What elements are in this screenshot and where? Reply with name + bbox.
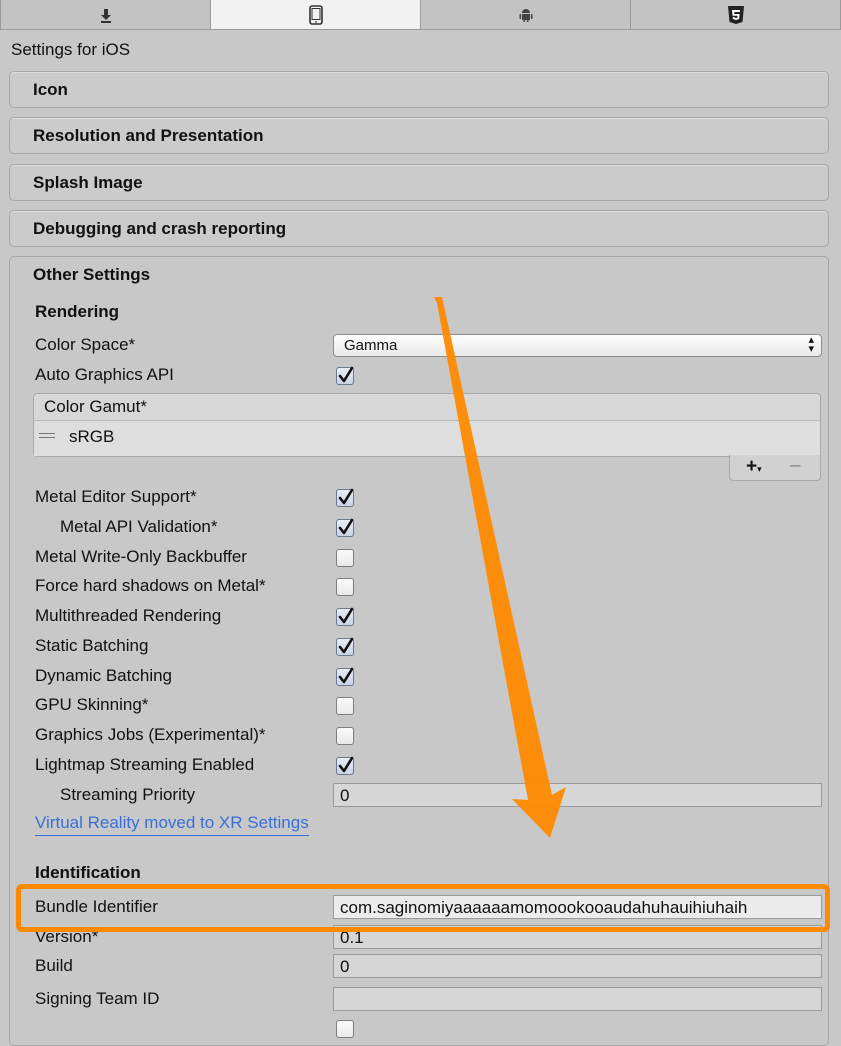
checkmark-icon [338,756,354,773]
force-shadows-checkbox[interactable] [336,578,354,596]
foldout-icon-title: Icon [33,80,68,99]
lightmap-streaming-checkbox[interactable] [336,756,354,775]
metal-write-checkbox[interactable] [336,549,354,567]
streaming-priority-field[interactable]: 0 [333,783,822,807]
html5-icon [727,5,744,24]
platform-tabs [0,0,841,30]
static-batching-checkbox[interactable] [336,637,354,656]
foldout-debugging-title: Debugging and crash reporting [33,219,287,238]
foldout-resolution-title: Resolution and Presentation [33,126,264,145]
add-item-button[interactable]: +▾ [746,456,762,478]
checkmark-icon [338,607,354,624]
auto-graphics-label: Auto Graphics API [35,365,174,384]
metal-write-label: Metal Write-Only Backbuffer [35,547,247,566]
checkmark-icon [338,366,354,383]
graphics-jobs-checkbox[interactable] [336,727,354,745]
foldout-other-title: Other Settings [33,265,151,284]
streaming-priority-label: Streaming Priority [60,785,196,804]
rendering-title: Rendering [35,302,120,321]
mobile-icon [308,4,323,25]
color-space-value: Gamma [344,337,398,354]
tab-android[interactable] [421,0,631,29]
color-gamut-list: Color Gamut* sRGB [33,393,821,457]
checkmark-icon [338,488,354,505]
foldout-icon[interactable]: Icon [9,71,829,108]
checkmark-icon [338,667,354,684]
force-shadows-label: Force hard shadows on Metal* [35,576,266,595]
foldout-splash[interactable]: Splash Image [9,164,829,201]
identification-title: Identification [35,863,141,882]
remove-item-button[interactable]: – [790,455,801,477]
highlight-box [16,884,830,932]
signing-team-field[interactable] [333,987,822,1011]
settings-title: Settings for iOS [11,40,131,59]
foldout-debugging[interactable]: Debugging and crash reporting [9,210,829,247]
gpu-skinning-checkbox[interactable] [336,697,354,715]
tab-standalone[interactable] [0,0,211,29]
foldout-resolution[interactable]: Resolution and Presentation [9,117,829,154]
gpu-skinning-label: GPU Skinning* [35,695,149,714]
list-footer: +▾ – [729,455,821,481]
tab-ios[interactable] [211,0,421,29]
list-item[interactable]: sRGB [34,421,820,456]
build-field[interactable]: 0 [333,954,822,978]
drag-handle-icon[interactable] [39,433,55,441]
foldout-splash-title: Splash Image [33,173,143,192]
metal-validation-label: Metal API Validation* [60,517,218,536]
static-batching-label: Static Batching [35,636,149,655]
metal-editor-label: Metal Editor Support* [35,487,197,506]
tab-webgl[interactable] [631,0,841,29]
dynamic-batching-label: Dynamic Batching [35,666,173,685]
checkmark-icon [338,637,354,654]
graphics-jobs-label: Graphics Jobs (Experimental)* [35,725,266,744]
color-gamut-item-label: sRGB [69,427,115,446]
build-label: Build [35,956,73,975]
download-icon [100,8,111,23]
multithreaded-label: Multithreaded Rendering [35,606,222,625]
android-icon [519,8,532,22]
color-space-dropdown[interactable]: Gamma ▴ ▾ [333,334,822,357]
dropdown-arrows-icon: ▴ ▾ [808,334,814,355]
color-space-label: Color Space* [35,335,136,354]
multithreaded-checkbox[interactable] [336,607,354,626]
metal-validation-checkbox[interactable] [336,518,354,537]
metal-editor-checkbox[interactable] [336,488,354,507]
signing-team-label: Signing Team ID [35,989,160,1008]
color-gamut-header: Color Gamut* [34,394,820,421]
next-checkbox[interactable] [336,1020,354,1038]
foldout-other-settings[interactable]: Other Settings [9,256,829,293]
vr-settings-link[interactable]: Virtual Reality moved to XR Settings [35,813,309,836]
checkmark-icon [338,518,354,535]
dynamic-batching-checkbox[interactable] [336,667,354,686]
lightmap-streaming-label: Lightmap Streaming Enabled [35,755,255,774]
auto-graphics-checkbox[interactable] [336,366,354,385]
